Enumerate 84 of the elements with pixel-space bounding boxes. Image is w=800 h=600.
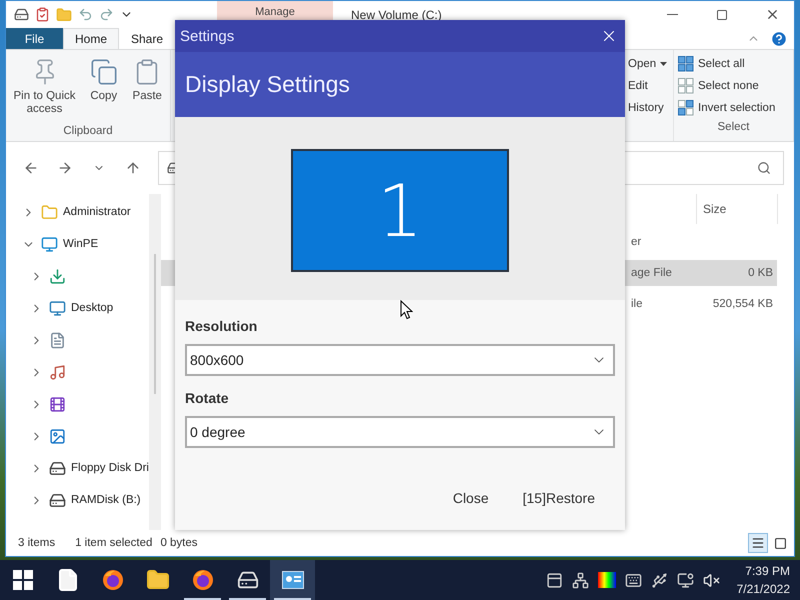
list-icon xyxy=(751,536,765,550)
file-name: ile xyxy=(631,298,644,310)
file-name: er xyxy=(631,236,642,248)
folder-icon xyxy=(41,204,58,220)
tree-item-label[interactable]: RAMDisk (B:) xyxy=(71,494,141,506)
square-icon xyxy=(774,536,786,550)
scrollbar-thumb[interactable] xyxy=(154,254,156,394)
forward-arrow-icon xyxy=(57,160,73,176)
group-label: Clipboard xyxy=(62,125,114,139)
display-settings-icon xyxy=(282,571,304,589)
windows-logo-icon xyxy=(12,570,32,590)
caret-icon xyxy=(660,62,668,66)
browser-icon xyxy=(190,568,214,592)
drive-icon xyxy=(236,569,258,591)
details-view-button[interactable] xyxy=(748,533,768,553)
ribbon-button[interactable]: Edit xyxy=(626,76,671,95)
dropdown-field[interactable]: 0 degree xyxy=(185,416,615,448)
drive-icon xyxy=(49,492,66,508)
browser-icon xyxy=(100,568,124,592)
clock-time: 7:39 PM xyxy=(745,563,790,580)
drive-icon xyxy=(14,7,29,22)
properties-icon[interactable] xyxy=(35,7,50,22)
ribbon-button[interactable]: Pin to Quick access xyxy=(10,56,80,125)
running-indicator xyxy=(184,598,221,600)
floppy-drive-icon xyxy=(49,460,66,476)
running-indicator xyxy=(229,598,266,600)
taskbar-button[interactable] xyxy=(270,560,315,600)
color-palette-icon xyxy=(598,572,616,588)
music-icon xyxy=(49,364,66,380)
video-icon xyxy=(49,396,66,412)
group-label: Select xyxy=(716,121,750,135)
ribbon-button[interactable]: Invert selection xyxy=(676,98,791,117)
field-label: Resolution xyxy=(185,318,258,334)
folder-icon xyxy=(146,568,170,592)
select-all-icon xyxy=(678,56,694,72)
ribbon-button[interactable]: Select all xyxy=(676,54,791,73)
document-icon xyxy=(49,332,66,348)
ribbon-button[interactable]: Paste xyxy=(128,56,166,125)
tree-item-label[interactable]: Desktop xyxy=(71,302,114,314)
select-none-icon xyxy=(678,78,694,94)
selection-count: 1 item selected xyxy=(75,537,152,549)
item-count: 3 items xyxy=(18,537,56,549)
file-size: 0 KB xyxy=(747,267,774,279)
keyboard-icon[interactable] xyxy=(624,572,642,588)
ribbon-button[interactable]: Copy xyxy=(85,56,123,125)
back-arrow-icon xyxy=(23,160,39,176)
file-size: 520,554 KB xyxy=(712,298,774,310)
clock-date: 7/21/2022 xyxy=(736,581,790,598)
picture-icon xyxy=(49,428,66,444)
ribbon-tab[interactable]: Home xyxy=(63,28,119,49)
dialog-title: Settings xyxy=(180,28,236,44)
network-icon[interactable] xyxy=(572,572,589,588)
help-icon[interactable] xyxy=(770,30,788,48)
search-icon xyxy=(757,161,771,175)
copy-icon xyxy=(90,58,118,86)
maximize-icon xyxy=(716,8,728,20)
monitor-icon[interactable] xyxy=(676,572,694,588)
dropdown-field[interactable]: 800x600 xyxy=(185,344,615,376)
panel-icon[interactable] xyxy=(546,572,563,588)
invert-selection-icon xyxy=(678,100,694,116)
ribbon-button[interactable]: Select none xyxy=(676,76,791,95)
muted-speaker-icon[interactable] xyxy=(702,572,720,588)
mouse-pointer-icon xyxy=(400,300,413,320)
usb-icon[interactable] xyxy=(650,572,668,588)
column-header[interactable]: Size xyxy=(696,194,778,224)
field-label: Rotate xyxy=(185,390,230,406)
tree-item-label[interactable]: WinPE xyxy=(63,238,98,250)
monitor-icon xyxy=(41,236,58,252)
minimize-icon xyxy=(666,14,678,15)
running-indicator xyxy=(274,598,311,600)
ribbon-button[interactable]: Open xyxy=(626,54,671,73)
download-icon xyxy=(49,268,66,284)
file-menu-button[interactable]: File xyxy=(6,28,63,49)
desktop-icon xyxy=(49,300,66,316)
monitor-tile[interactable]: 1 xyxy=(291,149,509,272)
dialog-button[interactable]: [15]Restore xyxy=(520,486,597,510)
ribbon-button[interactable]: History xyxy=(626,98,671,117)
dialog-heading: Display Settings xyxy=(185,71,350,98)
file-name: age File xyxy=(631,267,673,279)
monitor-number: 1 xyxy=(377,168,423,252)
dialog-button[interactable]: Close xyxy=(450,486,491,510)
tree-item-label[interactable]: Administrator xyxy=(63,206,131,218)
tree-item-label[interactable]: Floppy Disk Dri xyxy=(71,462,149,474)
selection-size: 0 bytes xyxy=(160,537,198,549)
